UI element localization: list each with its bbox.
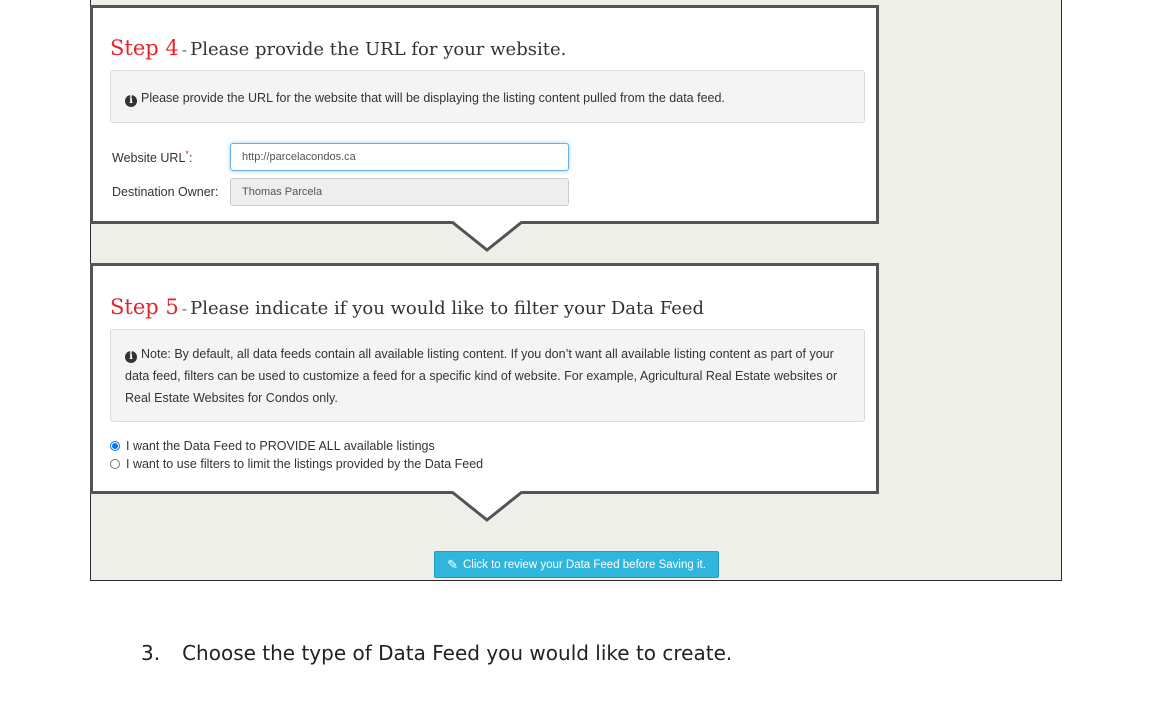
- instruction-text: Choose the type of Data Feed you would l…: [182, 641, 733, 665]
- step4-heading: Step 4- Please provide the URL for your w…: [110, 33, 566, 61]
- step4-number: Step 4: [110, 36, 179, 60]
- radio-all-listings[interactable]: [110, 441, 120, 451]
- review-button-label: Click to review your Data Feed before Sa…: [463, 558, 706, 571]
- review-data-feed-button[interactable]: ✎ Click to review your Data Feed before S…: [434, 551, 719, 578]
- step4-panel: Step 4- Please provide the URL for your w…: [90, 5, 879, 224]
- step5-info-box: i Note: By default, all data feeds contai…: [110, 329, 865, 422]
- info-circle-icon: i: [125, 95, 137, 107]
- step5-dash: -: [181, 299, 188, 318]
- step5-number: Step 5: [110, 295, 179, 319]
- step5-heading: Step 5- Please indicate if you would like…: [110, 292, 704, 320]
- website-url-input[interactable]: [230, 143, 569, 171]
- step4-info-box: i Please provide the URL for the website …: [110, 70, 865, 123]
- step4-pointer-arrow: [452, 221, 522, 252]
- instruction-number: 3.: [141, 641, 161, 665]
- radio-all-listings-label: I want the Data Feed to PROVIDE ALL avai…: [126, 439, 435, 453]
- step4-info-text: Please provide the URL for the website t…: [141, 91, 725, 105]
- destination-owner-field: [230, 178, 569, 206]
- destination-owner-label: Destination Owner:: [112, 185, 219, 199]
- step5-pointer-arrow: [452, 491, 522, 522]
- website-url-label: Website URL*:: [112, 149, 192, 165]
- step5-panel: Step 5- Please indicate if you would like…: [90, 263, 879, 494]
- radio-use-filters[interactable]: [110, 459, 120, 469]
- step5-title: Please indicate if you would like to fil…: [190, 298, 705, 319]
- step4-title: Please provide the URL for your website.: [190, 39, 567, 60]
- info-circle-icon: i: [125, 351, 137, 363]
- instruction-step-3: 3. Choose the type of Data Feed you would…: [141, 641, 732, 665]
- radio-option-use-filters[interactable]: I want to use filters to limit the listi…: [110, 457, 483, 471]
- radio-option-all-listings[interactable]: I want the Data Feed to PROVIDE ALL avai…: [110, 439, 435, 453]
- radio-use-filters-label: I want to use filters to limit the listi…: [126, 457, 484, 471]
- pencil-icon: ✎: [447, 556, 458, 572]
- website-url-label-text: Website URL: [112, 151, 186, 166]
- step5-info-text: Note: By default, all data feeds contain…: [125, 347, 838, 405]
- step4-dash: -: [181, 40, 188, 59]
- website-url-label-colon: :: [188, 151, 193, 166]
